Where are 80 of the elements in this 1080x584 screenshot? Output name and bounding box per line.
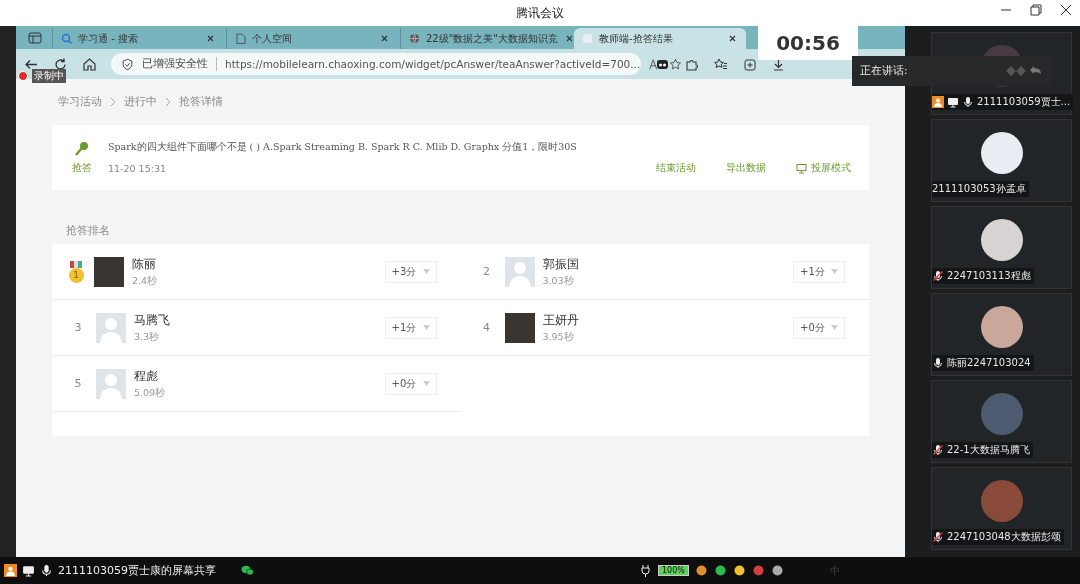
- activity-time: 11-20 15:31: [108, 162, 167, 174]
- breadcrumb-link[interactable]: 学习活动: [58, 95, 102, 109]
- close-icon[interactable]: [205, 33, 216, 44]
- browser-tab[interactable]: 教师端-抢答结果: [574, 28, 746, 49]
- score-dropdown[interactable]: +0分: [384, 372, 437, 395]
- avatar-placeholder: [980, 306, 1023, 348]
- caret-icon: [422, 325, 430, 330]
- student-name: 王妍丹: [542, 311, 580, 329]
- participant-name: 2111103053孙孟卓: [932, 182, 1026, 196]
- rank-number: 2: [482, 265, 491, 278]
- tab-actions-icon[interactable]: [28, 31, 42, 45]
- avatar-placeholder: [980, 219, 1023, 261]
- participant-name: 2247103048大数据彭颂: [947, 530, 1061, 544]
- answer-time: 3.03秒: [542, 274, 575, 288]
- participant-name: 22-1大数据马腾飞: [947, 443, 1030, 457]
- close-icon[interactable]: [1060, 4, 1072, 16]
- url-text: https://mobilelearn.chaoxing.com/widget/pcAnswer/teaAnswer?activeId=700...: [225, 58, 641, 70]
- rank-number: 5: [73, 377, 83, 390]
- security-label: 已增强安全性: [142, 57, 217, 71]
- plug-icon: [639, 564, 652, 577]
- tray-app-icon[interactable]: [694, 564, 708, 577]
- close-icon[interactable]: [727, 33, 738, 44]
- chevron-icon: [165, 97, 171, 107]
- score-dropdown[interactable]: +1分: [793, 260, 845, 283]
- window-title: 腾讯会议: [516, 4, 564, 22]
- tray-app-icon[interactable]: [770, 564, 784, 577]
- breadcrumb-link[interactable]: 进行中: [124, 95, 157, 109]
- tray-app-icon[interactable]: [732, 564, 746, 577]
- tray-app-icon[interactable]: [713, 564, 727, 577]
- favorite-star-icon[interactable]: [669, 57, 683, 71]
- breadcrumb-link[interactable]: 抢答详情: [179, 95, 223, 109]
- globe-icon: [409, 33, 420, 44]
- student-name: 程彪: [134, 367, 159, 385]
- action-link[interactable]: 投屏模式: [796, 161, 851, 175]
- timer: 00:56: [758, 26, 858, 60]
- chat-icon[interactable]: [241, 564, 254, 577]
- student-name: 陈丽: [132, 255, 157, 273]
- home-icon[interactable]: [82, 56, 97, 72]
- participant-name: 2247103113程彪: [947, 269, 1031, 283]
- favorites-icon[interactable]: [713, 56, 728, 72]
- collections-icon[interactable]: [742, 56, 757, 72]
- score-dropdown[interactable]: +0分: [793, 316, 845, 339]
- action-link[interactable]: 导出数据: [726, 161, 766, 175]
- student-name: 郭振国: [542, 255, 580, 273]
- avatar-placeholder: [980, 132, 1023, 174]
- microphone-icon: [73, 140, 91, 158]
- student-name: 马腾飞: [134, 311, 171, 329]
- answer-time: 3.3秒: [134, 330, 161, 344]
- caret-icon: [422, 269, 430, 274]
- search-icon: [61, 33, 72, 44]
- score-dropdown[interactable]: +3分: [384, 260, 437, 283]
- answer-time: 5.09秒: [134, 386, 167, 400]
- avatar-placeholder: [980, 393, 1023, 435]
- answer-time: 2.4秒: [132, 274, 159, 288]
- avatar-placeholder: [980, 480, 1023, 522]
- chevron-icon: [110, 97, 116, 107]
- page-icon: [582, 33, 593, 44]
- answer-time: 3.95秒: [542, 330, 575, 344]
- recording-label: 录制中: [32, 69, 66, 83]
- section-title: 抢答排名: [66, 224, 111, 238]
- rank-number: 4: [482, 321, 491, 334]
- question-text: Spark的四大组件下面哪个不是 ( ) A.Spark Streaming B. Spark R C. Mlib D. Graphx 分值1，限时30S: [108, 140, 578, 154]
- screen-share-label: 2111103059贾士康的屏幕共享: [58, 563, 216, 578]
- caret-icon: [831, 269, 838, 274]
- close-icon[interactable]: [379, 33, 390, 44]
- refresh-icon[interactable]: [53, 56, 68, 72]
- document-icon: [235, 33, 246, 44]
- speaking-label: 正在讲话:: [860, 64, 909, 78]
- participant-name: 2111103059贾士...: [977, 95, 1071, 109]
- activity-type-label: 抢答: [72, 162, 92, 175]
- restore-icon[interactable]: [1030, 4, 1042, 16]
- caret-icon: [831, 325, 838, 330]
- monitor-icon: [796, 162, 807, 174]
- rank-number: 3: [73, 321, 83, 334]
- action-link[interactable]: 结束活动: [656, 161, 696, 175]
- score-dropdown[interactable]: +1分: [384, 316, 437, 339]
- caret-icon: [422, 381, 430, 386]
- participant-name: 陈丽2247103024: [947, 356, 1031, 370]
- shield-icon: [121, 57, 134, 71]
- battery-level: 100%: [658, 565, 689, 576]
